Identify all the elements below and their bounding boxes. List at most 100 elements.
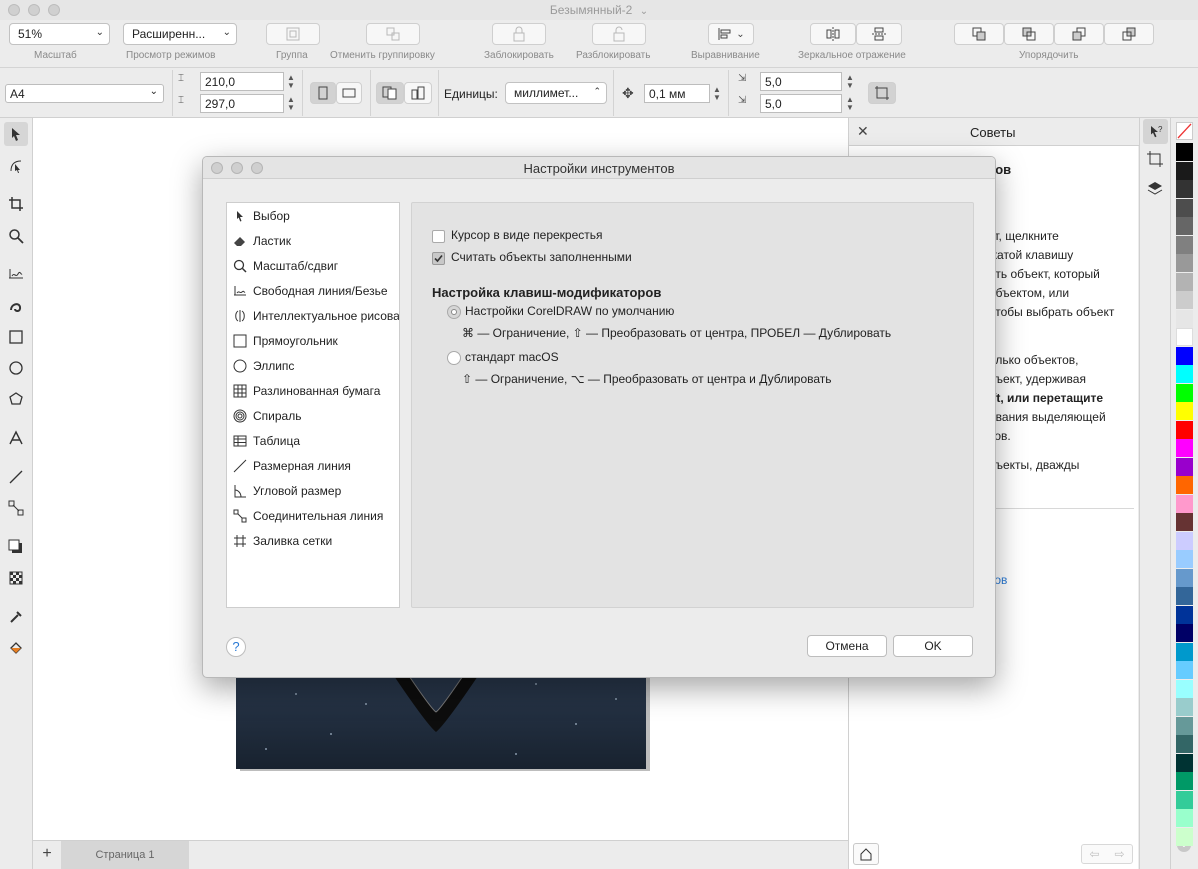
nudge-stepper[interactable]: ▲ ▼: [711, 84, 723, 103]
to-back-button[interactable]: [1104, 23, 1154, 45]
lock-button[interactable]: [492, 23, 546, 45]
all-pages-button[interactable]: [376, 82, 404, 104]
color-swatch[interactable]: [1176, 550, 1193, 568]
tools-list-item-mesh-fill[interactable]: Заливка сетки: [227, 530, 399, 552]
chevron-down-icon[interactable]: ⌄: [640, 6, 648, 17]
ungroup-button[interactable]: [366, 23, 420, 45]
forward-arrow-icon[interactable]: ⇨: [1114, 847, 1124, 861]
page-width-input[interactable]: 210,0: [200, 72, 284, 91]
page-height-input[interactable]: 297,0: [200, 94, 284, 113]
dialog-close-button[interactable]: [211, 162, 223, 174]
crop-tool[interactable]: [4, 192, 28, 216]
artwork-image[interactable]: [236, 664, 646, 769]
radio-default[interactable]: [447, 305, 461, 319]
current-page-button[interactable]: [404, 82, 432, 104]
tools-list-item-angular-dimension[interactable]: Угловой размер: [227, 480, 399, 502]
nudge-input[interactable]: 0,1 мм: [644, 84, 710, 103]
help-button[interactable]: ?: [226, 637, 246, 657]
duplicate-x-input[interactable]: 5,0: [760, 72, 842, 91]
tools-list-item-table[interactable]: Таблица: [227, 430, 399, 452]
color-swatch[interactable]: [1176, 254, 1193, 272]
color-swatch[interactable]: [1176, 439, 1193, 457]
color-swatch[interactable]: [1176, 605, 1193, 624]
back-one-button[interactable]: [1054, 23, 1104, 45]
objects-docker-button[interactable]: [1146, 180, 1164, 198]
dialog-zoom-button[interactable]: [251, 162, 263, 174]
ok-button[interactable]: OK: [893, 635, 973, 657]
ellipse-tool[interactable]: [4, 356, 28, 380]
color-swatch[interactable]: [1176, 568, 1193, 587]
hints-docker-button[interactable]: ?: [1143, 119, 1168, 144]
color-swatch[interactable]: [1176, 698, 1193, 716]
close-window-button[interactable]: [8, 4, 20, 16]
radio-macos[interactable]: [447, 351, 461, 365]
color-swatch[interactable]: [1176, 402, 1193, 420]
polygon-tool[interactable]: [4, 387, 28, 411]
color-swatch[interactable]: [1176, 809, 1193, 827]
color-swatch[interactable]: [1176, 735, 1193, 753]
color-swatch[interactable]: [1176, 679, 1193, 698]
color-swatch[interactable]: [1176, 365, 1193, 383]
color-swatch[interactable]: [1176, 790, 1193, 809]
color-swatch[interactable]: [1176, 180, 1193, 198]
color-swatch[interactable]: [1176, 143, 1193, 161]
transparency-tool[interactable]: [4, 566, 28, 590]
shape-tool[interactable]: [4, 154, 28, 178]
zoom-dropdown[interactable]: 51% ⌄: [9, 23, 110, 45]
color-swatch[interactable]: [1176, 624, 1193, 642]
tools-list-item-dimension[interactable]: Размерная линия: [227, 455, 399, 477]
forward-one-button[interactable]: [1004, 23, 1054, 45]
page-border-button[interactable]: [868, 82, 896, 104]
color-swatch[interactable]: [1176, 716, 1193, 735]
color-swatch[interactable]: [1176, 383, 1193, 402]
crosshair-checkbox[interactable]: [432, 230, 445, 243]
home-button[interactable]: [853, 843, 879, 865]
color-swatch[interactable]: [1176, 217, 1193, 235]
color-swatch[interactable]: [1176, 642, 1193, 661]
duplicate-y-input[interactable]: 5,0: [760, 94, 842, 113]
artistic-media-tool[interactable]: [4, 294, 28, 318]
dialog-minimize-button[interactable]: [231, 162, 243, 174]
page-tab[interactable]: Страница 1: [61, 841, 189, 869]
color-swatch[interactable]: [1176, 494, 1193, 513]
properties-docker-button[interactable]: [1146, 150, 1164, 168]
mirror-horizontal-button[interactable]: [810, 23, 856, 45]
interactive-fill-tool[interactable]: [4, 636, 28, 660]
color-swatch[interactable]: [1176, 346, 1193, 365]
color-swatch[interactable]: [1176, 457, 1193, 476]
tools-list-item-rectangle[interactable]: Прямоугольник: [227, 330, 399, 352]
color-swatch[interactable]: [1176, 420, 1193, 439]
tools-list-item-freehand[interactable]: Свободная линия/Безье: [227, 280, 399, 302]
add-page-button[interactable]: +: [37, 844, 57, 864]
no-color-swatch[interactable]: [1176, 122, 1193, 140]
page-size-dropdown[interactable]: A4 ⌄: [5, 84, 164, 103]
color-swatch[interactable]: [1176, 272, 1193, 291]
color-swatch[interactable]: [1176, 753, 1193, 772]
view-mode-dropdown[interactable]: Расширенн... ⌄: [123, 23, 237, 45]
duplicate-y-stepper[interactable]: ▲ ▼: [844, 94, 856, 113]
tools-list-item-spiral[interactable]: Спираль: [227, 405, 399, 427]
color-swatch[interactable]: [1176, 161, 1193, 180]
color-swatch[interactable]: [1176, 587, 1193, 605]
align-button[interactable]: ⌄: [708, 23, 754, 45]
color-swatch[interactable]: [1176, 198, 1193, 217]
rectangle-tool[interactable]: [4, 325, 28, 349]
tools-list-item-pick[interactable]: Выбор: [227, 205, 399, 227]
drop-shadow-tool[interactable]: [4, 535, 28, 559]
eyedropper-tool[interactable]: [4, 605, 28, 629]
tools-list-item-graph-paper[interactable]: Разлинованная бумага: [227, 380, 399, 402]
units-dropdown[interactable]: миллимет... ⌃: [505, 82, 607, 104]
pick-tool[interactable]: [4, 122, 28, 146]
connector-tool[interactable]: [4, 496, 28, 520]
treat-filled-checkbox[interactable]: [432, 252, 445, 265]
color-swatch[interactable]: [1176, 661, 1193, 679]
color-swatch[interactable]: [1176, 328, 1193, 346]
back-arrow-icon[interactable]: ⇦: [1089, 847, 1099, 861]
zoom-tool[interactable]: [4, 224, 28, 248]
to-front-button[interactable]: [954, 23, 1004, 45]
cancel-button[interactable]: Отмена: [807, 635, 887, 657]
group-button[interactable]: [266, 23, 320, 45]
color-swatch[interactable]: [1176, 513, 1193, 531]
mirror-vertical-button[interactable]: [856, 23, 902, 45]
tools-list-item-connector[interactable]: Соединительная линия: [227, 505, 399, 527]
